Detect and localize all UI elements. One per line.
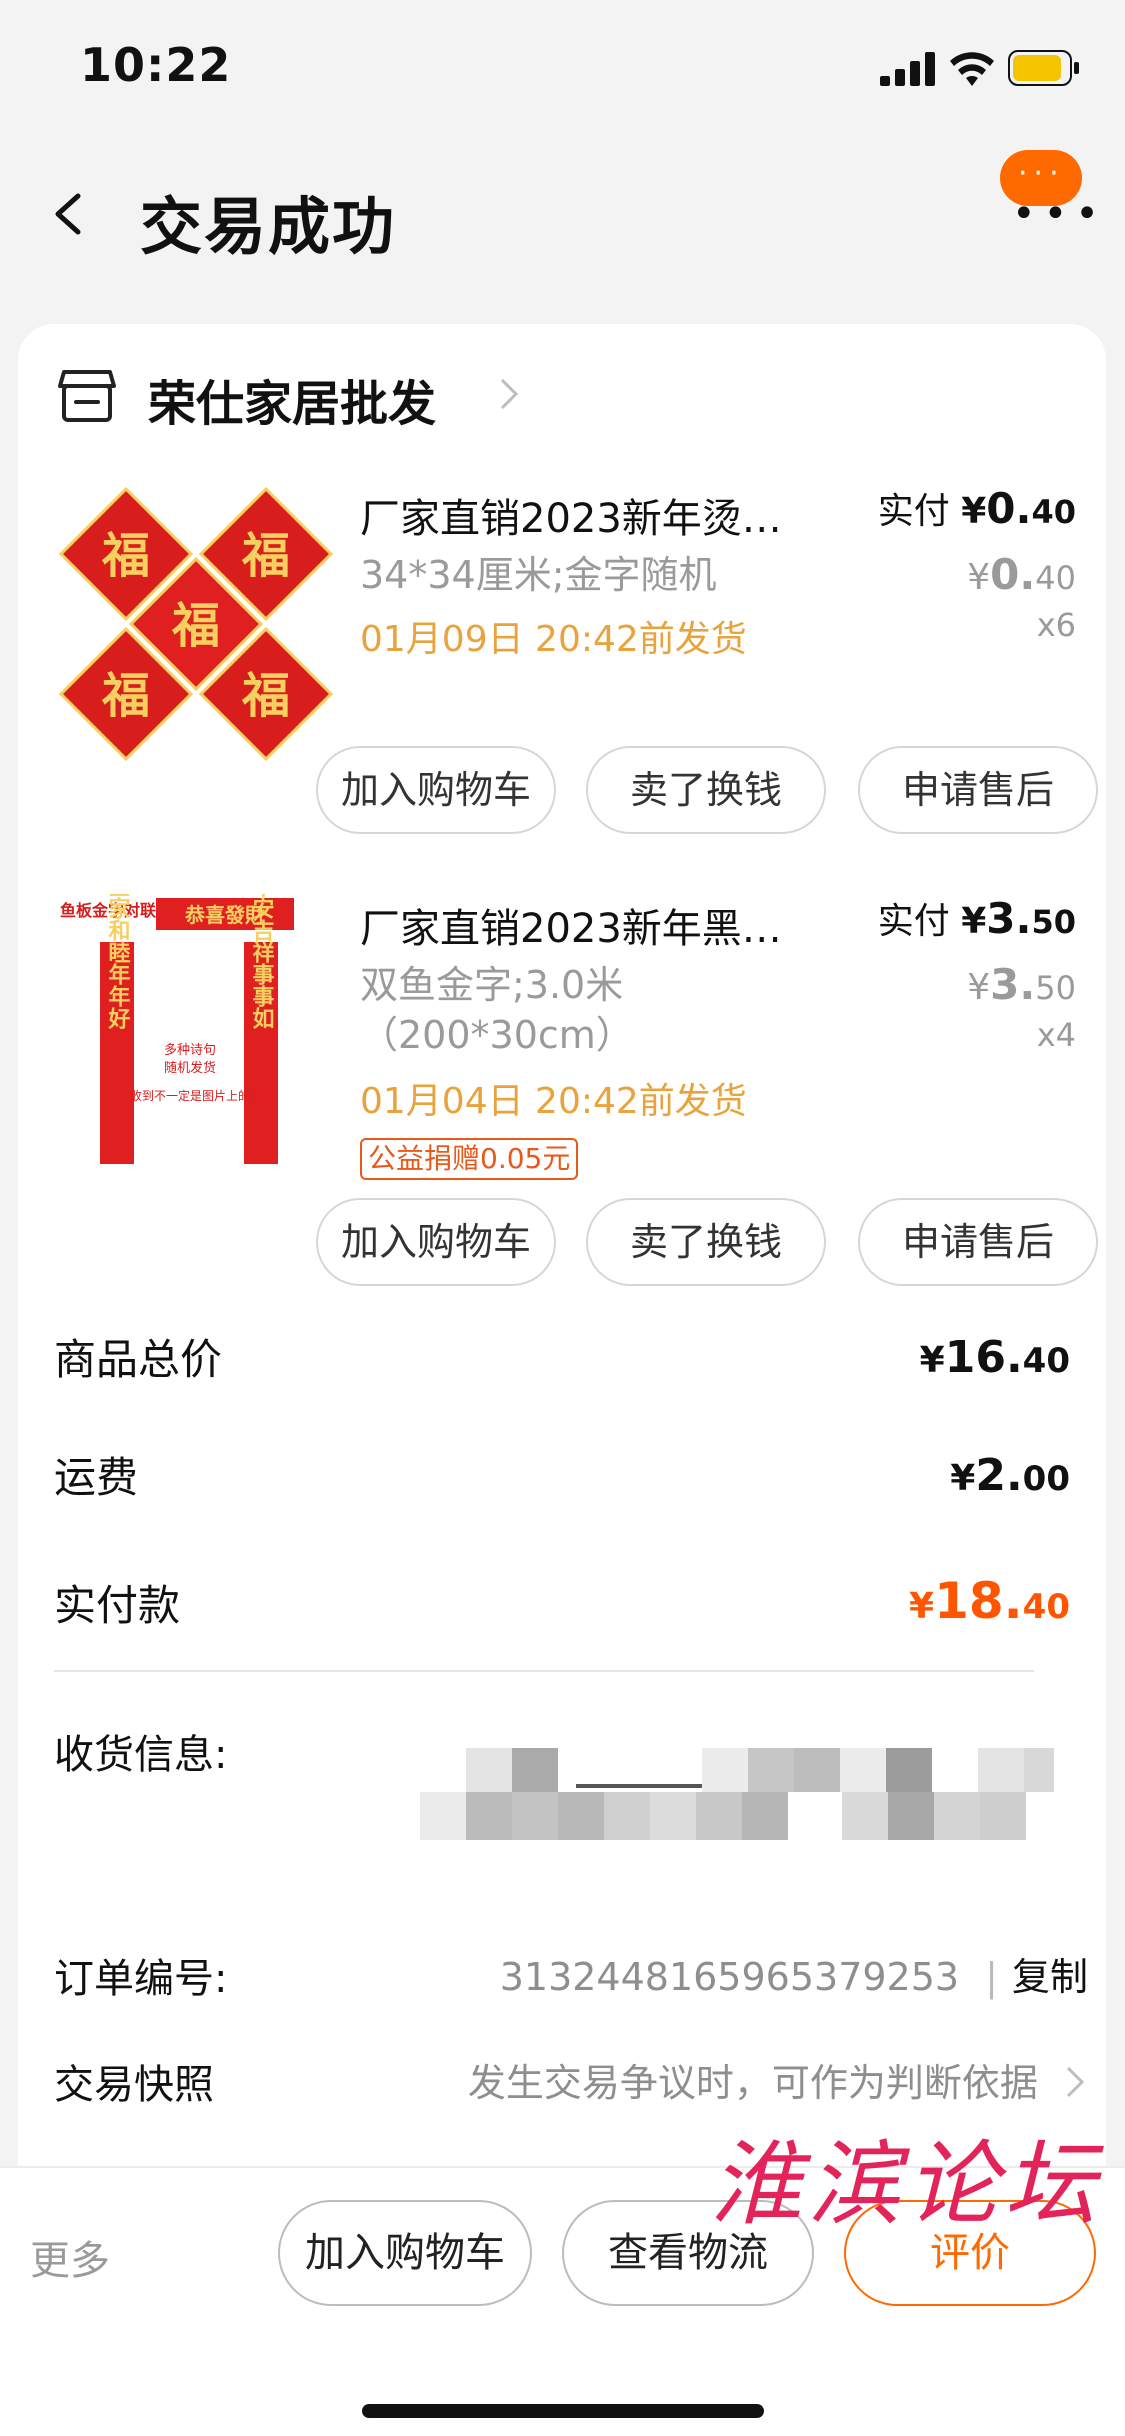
price-int: 0.	[990, 550, 1036, 599]
price-dec: 40	[1035, 559, 1076, 597]
order-number-value: 3132448165965379253 | 复制	[500, 1946, 1088, 2001]
status-bar: 10:22	[0, 0, 1125, 140]
fu-char: 福	[241, 528, 290, 584]
home-indicator[interactable]	[362, 2404, 764, 2418]
paid-label: 实付	[877, 901, 950, 942]
address-label: 收货信息:	[54, 1732, 228, 1778]
order-item: 福 福 福 福 福 厂家直销2023新年烫… 实付 ¥0.40 34*34厘米;…	[18, 474, 1106, 854]
currency-symbol: ¥	[961, 901, 987, 942]
divider	[54, 1670, 1034, 1672]
fu-char: 福	[101, 668, 150, 724]
product-spec: 34*34厘米;金字随机	[360, 553, 717, 597]
price-int: 3.	[986, 894, 1032, 943]
fu-char: 福	[101, 528, 150, 584]
image-note: 多种诗句	[164, 1042, 216, 1058]
fu-char: 福	[171, 598, 220, 654]
shipping-label: 运费	[54, 1453, 139, 1502]
image-couplet-left: 全家和睦年年好	[105, 894, 132, 1030]
product-image-couplet[interactable]: 鱼板金字对联 恭喜發財 全家和睦年年好 平安吉祥事事如 多种诗句 随机发货 收到…	[56, 894, 336, 1174]
price-int: 3.	[990, 960, 1036, 1009]
paid-label: 实付	[877, 491, 950, 532]
shop-icon	[58, 370, 116, 422]
add-to-cart-bottom-button[interactable]: 加入购物车	[278, 2200, 532, 2306]
product-title[interactable]: 厂家直销2023新年黑…	[360, 896, 782, 954]
currency-symbol: ¥	[967, 967, 991, 1008]
page-title: 交易成功	[140, 190, 397, 263]
more-dots-icon: •••	[1012, 191, 1107, 237]
battery-icon	[1008, 50, 1079, 86]
goods-total-row: 商品总价 ¥16.40	[54, 1326, 1070, 1386]
paid-price: 实付 ¥3.50	[878, 892, 1076, 944]
copy-button[interactable]: 复制	[1012, 1955, 1088, 1999]
paid-total-value: ¥18.40	[909, 1572, 1070, 1630]
snapshot-label: 交易快照	[54, 2062, 214, 2108]
item-actions: 加入购物车 卖了换钱 申请售后	[296, 746, 1098, 834]
shop-name[interactable]: 荣仕家居批发	[148, 364, 436, 434]
product-image-fu[interactable]: 福 福 福 福 福	[56, 484, 336, 764]
product-spec: 双鱼金字;3.0米	[360, 963, 624, 1007]
price-dec: 50	[1031, 903, 1076, 941]
quantity: x4	[1036, 1016, 1076, 1054]
product-title[interactable]: 厂家直销2023新年烫…	[360, 486, 782, 544]
separator: |	[985, 1955, 998, 1999]
chevron-right-icon	[1066, 2066, 1085, 2098]
currency-symbol: ¥	[961, 491, 987, 532]
order-number: 3132448165965379253	[499, 1955, 960, 1999]
add-to-cart-button[interactable]: 加入购物车	[316, 746, 556, 834]
more-button[interactable]: 更多	[30, 2228, 110, 2286]
image-couplet-right: 平安吉祥事事如	[249, 894, 275, 1030]
price-dec: 40	[1031, 493, 1076, 531]
price-dec: 50	[1035, 969, 1076, 1007]
goods-total-value: ¥16.40	[919, 1332, 1070, 1383]
currency-symbol: ¥	[967, 557, 991, 598]
order-number-label: 订单编号:	[54, 1956, 228, 2002]
price-int: 0.	[986, 484, 1032, 533]
ship-time: 01月04日 20:42前发货	[360, 1081, 747, 1122]
snapshot-hint: 发生交易争议时，可作为判断依据	[468, 2052, 1088, 2107]
image-note: 收到不一定是图片上的	[130, 1088, 250, 1103]
status-time: 10:22	[80, 38, 232, 92]
unit-price: ¥0.40	[967, 550, 1076, 599]
order-card: 荣仕家居批发 福 福 福 福 福 厂家直销2023新年烫… 实付 ¥0.40 3…	[18, 324, 1106, 2204]
shipping-value: ¥2.00	[950, 1450, 1070, 1501]
chevron-right-icon	[500, 378, 519, 410]
product-spec-size: （200*30cm）	[360, 1013, 634, 1057]
paid-total-label: 实付款	[54, 1581, 181, 1630]
after-sale-button[interactable]: 申请售后	[858, 1198, 1098, 1286]
shipping-row: 运费 ¥2.00	[54, 1444, 1070, 1504]
goods-total-label: 商品总价	[54, 1335, 223, 1384]
signal-icon	[880, 52, 935, 86]
resell-button[interactable]: 卖了换钱	[586, 746, 826, 834]
resell-button[interactable]: 卖了换钱	[586, 1198, 826, 1286]
paid-price: 实付 ¥0.40	[878, 482, 1076, 534]
add-to-cart-button[interactable]: 加入购物车	[316, 1198, 556, 1286]
item-actions: 加入购物车 卖了换钱 申请售后	[296, 1198, 1098, 1286]
unit-price: ¥3.50	[967, 960, 1076, 1009]
paid-total-row: 实付款 ¥18.40	[54, 1572, 1070, 1632]
message-button[interactable]: ··· •••	[1000, 150, 1099, 234]
wifi-icon	[950, 52, 994, 86]
charity-badge: 公益捐赠0.05元	[360, 1138, 579, 1180]
fu-char: 福	[241, 668, 290, 724]
order-number-row: 订单编号: 3132448165965379253 | 复制	[54, 1946, 1088, 2006]
after-sale-button[interactable]: 申请售后	[858, 746, 1098, 834]
ship-time: 01月09日 20:42前发货	[360, 619, 747, 660]
quantity: x6	[1036, 606, 1076, 644]
image-note: 随机发货	[164, 1060, 216, 1076]
address-redacted	[402, 1748, 1082, 1888]
order-item: 鱼板金字对联 恭喜發財 全家和睦年年好 平安吉祥事事如 多种诗句 随机发货 收到…	[18, 884, 1106, 1324]
watermark: 淮滨论坛	[710, 2131, 1103, 2238]
nav-bar: 交易成功 ··· •••	[0, 140, 1125, 280]
back-arrow-icon[interactable]	[50, 190, 86, 238]
snapshot-row[interactable]: 交易快照 发生交易争议时，可作为判断依据	[54, 2052, 1088, 2112]
